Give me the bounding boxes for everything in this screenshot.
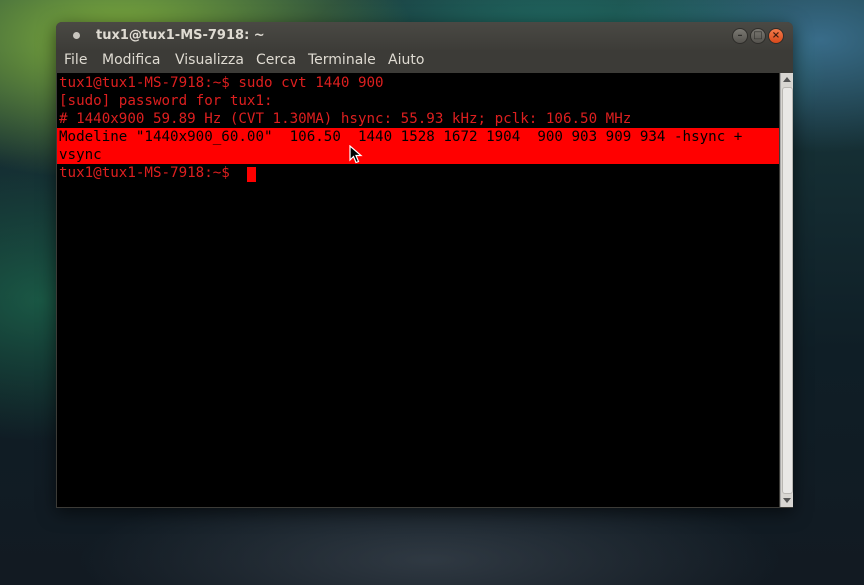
scroll-up-icon[interactable] [783,77,791,82]
menu-aiuto[interactable]: Aiuto [388,52,424,68]
modeline-continuation: vsync [59,147,102,163]
terminal-prompt: tux1@tux1-MS-7918:~$ [59,165,239,181]
scrollbar-thumb[interactable] [782,87,793,494]
terminal-window: tux1@tux1-MS-7918: ~ – □ × File Modifica… [56,22,793,508]
modeline-values: "1440x900_60.00" 106.50 1440 1528 1672 1… [127,129,743,145]
window-menu-icon[interactable] [73,32,80,39]
mouse-pointer-icon [349,145,363,164]
title-bar[interactable]: tux1@tux1-MS-7918: ~ – □ × [56,22,793,50]
text-cursor [247,167,256,182]
menu-visualizza[interactable]: Visualizza [175,52,244,68]
menu-file[interactable]: File [64,52,87,68]
minimize-button[interactable]: – [732,28,748,44]
menu-bar: File Modifica Visualizza Cerca Terminale… [56,50,793,72]
modeline-line: Modeline "1440x900_60.00" 106.50 1440 15… [59,128,742,146]
modeline-keyword: Modeline [59,129,128,145]
scroll-down-icon[interactable] [783,498,791,503]
terminal-line: [sudo] password for tux1: [59,93,273,109]
close-button[interactable]: × [768,28,784,44]
terminal-line: # 1440x900 59.89 Hz (CVT 1.30MA) hsync: … [59,111,632,127]
maximize-button[interactable]: □ [750,28,766,44]
menu-modifica[interactable]: Modifica [102,52,161,68]
vertical-scrollbar[interactable] [780,73,793,507]
menu-terminale[interactable]: Terminale [308,52,376,68]
menu-cerca[interactable]: Cerca [256,52,296,68]
terminal-line: tux1@tux1-MS-7918:~$ sudo cvt 1440 900 [59,75,384,91]
terminal-output[interactable]: tux1@tux1-MS-7918:~$ sudo cvt 1440 900 [… [57,73,779,507]
window-title: tux1@tux1-MS-7918: ~ [96,28,265,43]
